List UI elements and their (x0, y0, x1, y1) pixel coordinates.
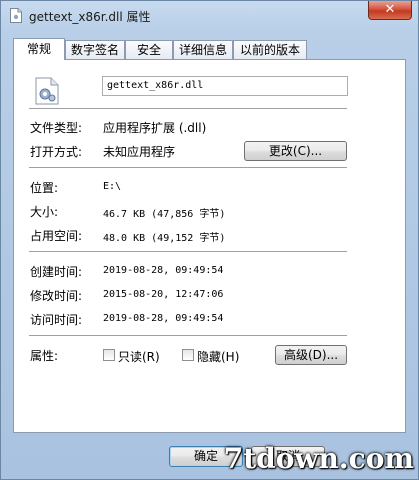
dll-file-icon (35, 77, 59, 105)
opens-with-value: 未知应用程序 (103, 145, 176, 159)
readonly-label[interactable]: 只读(R) (118, 348, 160, 365)
filename-input[interactable]: gettext_x86r.dll (102, 76, 348, 96)
tab-digital-signatures[interactable]: 数字签名 (65, 40, 125, 59)
tab-security[interactable]: 安全 (125, 40, 173, 59)
accessed-value: 2019-08-28, 09:49:54 (103, 313, 224, 324)
attributes-label: 属性: (30, 349, 59, 363)
accessed-label: 访问时间: (30, 313, 83, 327)
created-value: 2019-08-28, 09:49:54 (103, 265, 224, 276)
tab-previous-versions[interactable]: 以前的版本 (233, 40, 307, 59)
general-panel (13, 59, 406, 433)
file-type-value: 应用程序扩展 (.dll) (103, 121, 207, 135)
change-button[interactable]: 更改(C)... (244, 141, 347, 161)
title-bar[interactable]: gettext_x86r.dll 属性 ✕ (1, 1, 418, 31)
site-watermark: 7tdown.com (223, 442, 414, 475)
file-icon (10, 8, 22, 23)
modified-value: 2015-08-20, 12:47:06 (103, 289, 224, 300)
file-type-label: 文件类型: (30, 121, 83, 135)
created-label: 创建时间: (30, 265, 83, 279)
location-label: 位置: (30, 181, 59, 195)
tab-details[interactable]: 详细信息 (173, 40, 233, 59)
separator (29, 167, 347, 169)
readonly-checkbox[interactable] (103, 349, 115, 361)
close-button[interactable]: ✕ (368, 1, 412, 20)
opens-with-label: 打开方式: (30, 145, 83, 159)
modified-label: 修改时间: (30, 289, 83, 303)
close-icon: ✕ (384, 2, 396, 17)
properties-window: gettext_x86r.dll 属性 ✕ 常规 数字签名 安全 详细信息 以前… (0, 0, 419, 480)
separator (29, 108, 347, 110)
separator (29, 251, 347, 253)
window-title: gettext_x86r.dll 属性 (29, 10, 151, 24)
tab-bar: 常规 数字签名 安全 详细信息 以前的版本 (13, 38, 413, 60)
size-value: 46.7 KB (47,856 字节) (103, 209, 226, 220)
advanced-button[interactable]: 高级(D)... (275, 345, 347, 365)
hidden-checkbox[interactable] (182, 349, 194, 361)
hidden-label[interactable]: 隐藏(H) (197, 348, 239, 365)
size-label: 大小: (30, 205, 59, 219)
separator (29, 335, 347, 337)
tab-general[interactable]: 常规 (13, 38, 65, 60)
size-on-disk-value: 48.0 KB (49,152 字节) (103, 233, 226, 244)
location-value: E:\ (103, 181, 122, 192)
size-on-disk-label: 占用空间: (30, 229, 83, 243)
